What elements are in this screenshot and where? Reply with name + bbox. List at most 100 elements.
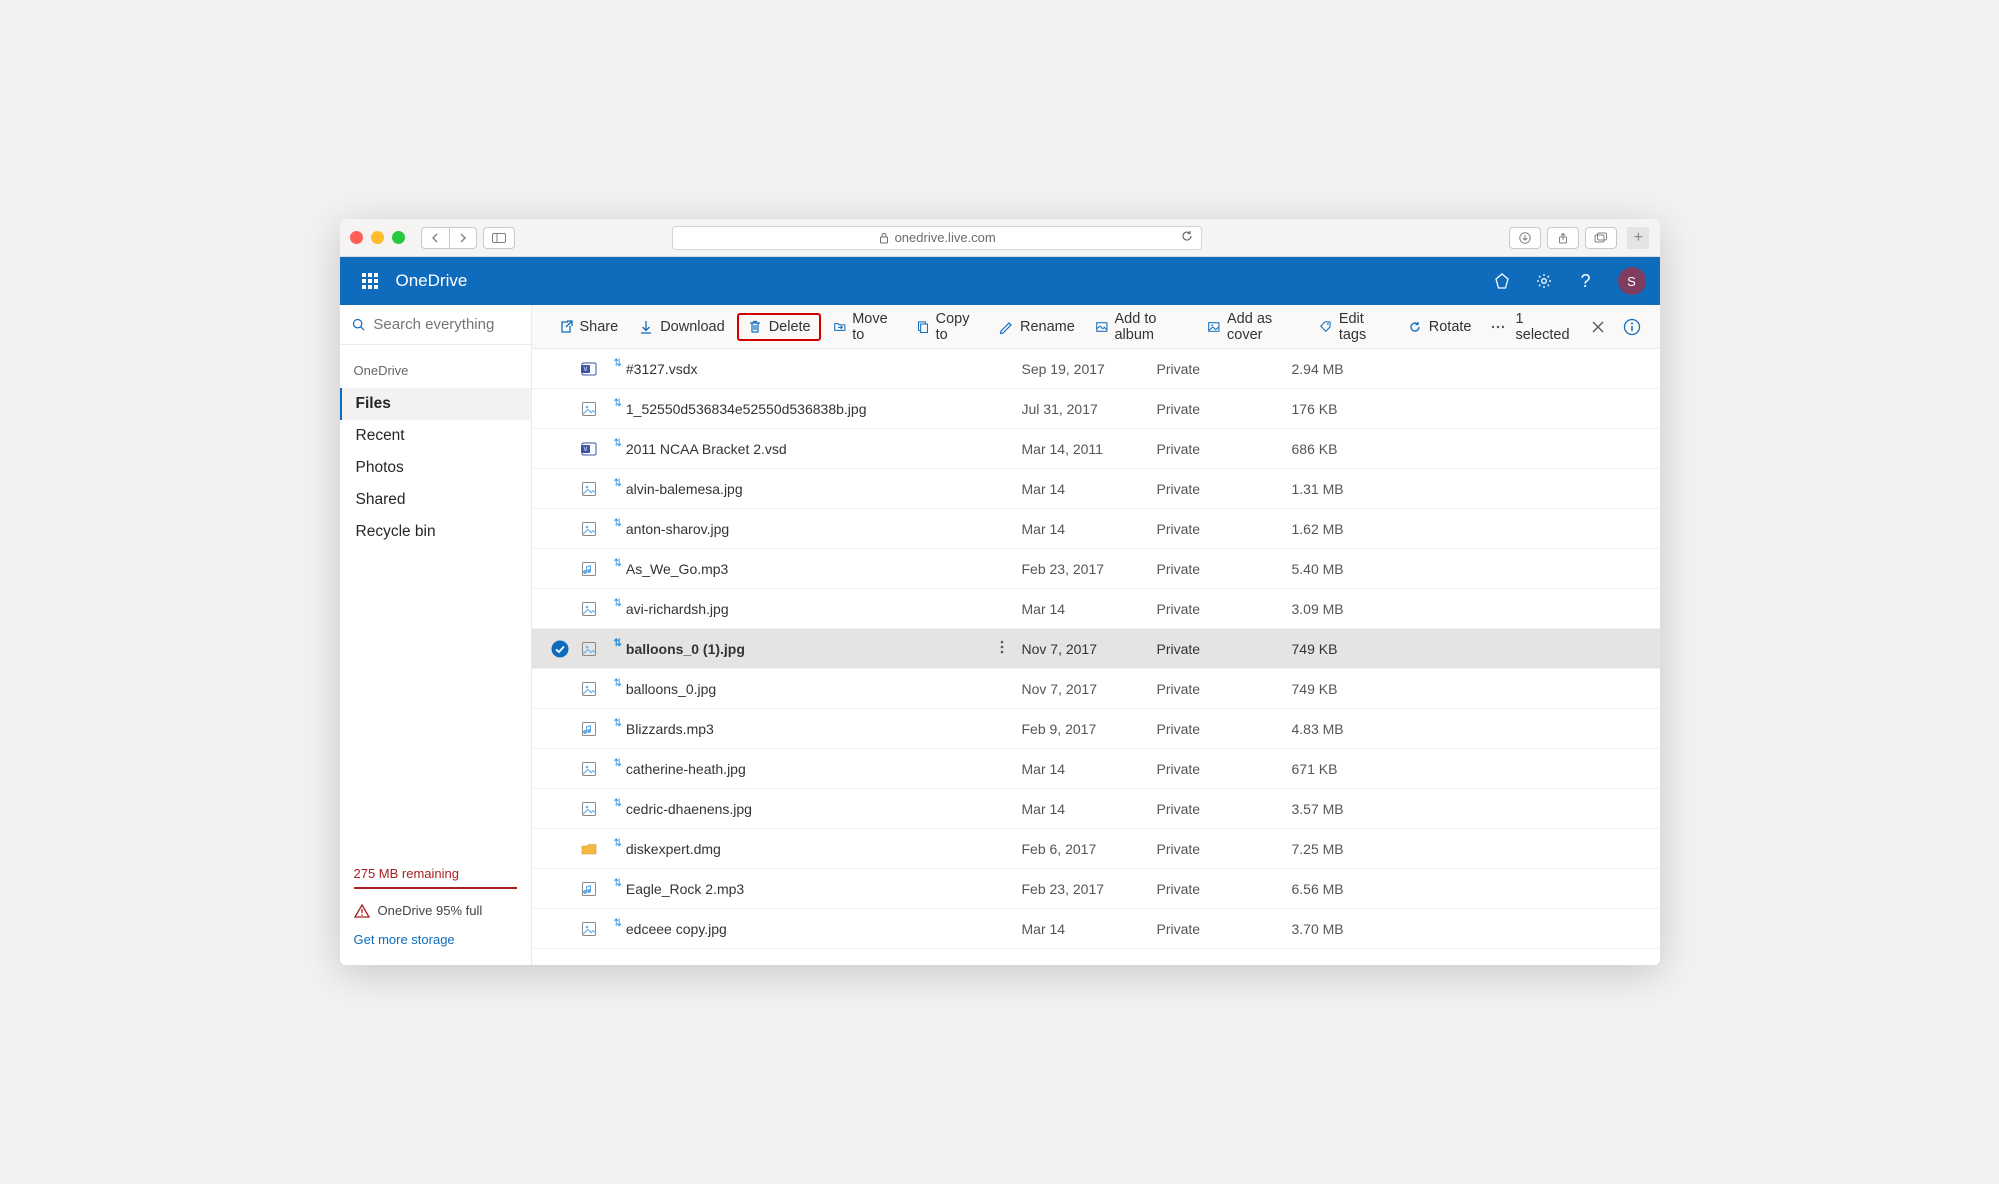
copy-to-button[interactable]: Copy to	[908, 307, 986, 347]
file-row[interactable]: V⇅#3127.vsdxSep 19, 2017Private2.94 MB	[532, 349, 1660, 389]
delete-button[interactable]: Delete	[737, 313, 821, 341]
file-row[interactable]: ⇅anton-sharov.jpgMar 14Private1.62 MB	[532, 509, 1660, 549]
premium-icon[interactable]	[1492, 271, 1512, 291]
file-size: 2.94 MB	[1292, 361, 1412, 377]
move-to-button[interactable]: Move to	[825, 307, 904, 347]
file-row[interactable]: ⇅1_52550d536834e52550d536838b.jpgJul 31,…	[532, 389, 1660, 429]
file-name: cedric-dhaenens.jpg	[626, 801, 752, 817]
file-row[interactable]: V⇅2011 NCAA Bracket 2.vsdMar 14, 2011Pri…	[532, 429, 1660, 469]
file-name-cell[interactable]: ⇅catherine-heath.jpg	[614, 761, 994, 777]
file-name-cell[interactable]: ⇅ cedric-dhaenens.jpg	[614, 801, 994, 817]
add-to-album-button[interactable]: Add to album	[1087, 307, 1196, 347]
share-button[interactable]: Share	[550, 315, 627, 339]
file-name-cell[interactable]: ⇅anton-sharov.jpg	[614, 521, 994, 537]
minimize-window-button[interactable]	[371, 231, 384, 244]
file-row[interactable]: ⇅catherine-heath.jpgMar 14Private671 KB	[532, 749, 1660, 789]
file-name-cell[interactable]: ⇅#3127.vsdx	[614, 361, 994, 377]
sync-indicator-icon: ⇅	[614, 398, 622, 409]
sidebar-section-label: OneDrive	[340, 345, 531, 388]
file-row[interactable]: ⇅Eagle_Rock 2.mp3Feb 23, 2017Private6.56…	[532, 869, 1660, 909]
quota-panel: 275 MB remaining OneDrive 95% full Get m…	[340, 856, 531, 965]
new-tab-button[interactable]: +	[1627, 227, 1649, 249]
file-name-cell[interactable]: ⇅Eagle_Rock 2.mp3	[614, 881, 994, 897]
file-row[interactable]: ⇅As_We_Go.mp3Feb 23, 2017Private5.40 MB	[532, 549, 1660, 589]
share-page-button[interactable]	[1547, 227, 1579, 249]
file-row[interactable]: ⇅Blizzards.mp3Feb 9, 2017Private4.83 MB	[532, 709, 1660, 749]
file-name-cell[interactable]: ⇅2011 NCAA Bracket 2.vsd	[614, 441, 994, 457]
back-button[interactable]	[421, 227, 449, 249]
search-input[interactable]	[373, 316, 518, 333]
add-as-cover-button[interactable]: Add as cover	[1199, 307, 1307, 347]
rotate-button[interactable]: Rotate	[1399, 315, 1480, 339]
close-window-button[interactable]	[350, 231, 363, 244]
main-pane: Share Download Delete Move to Copy to	[532, 305, 1660, 965]
file-sharing: Private	[1157, 721, 1292, 737]
get-more-storage-link[interactable]: Get more storage	[354, 932, 517, 947]
download-button[interactable]: Download	[630, 315, 733, 339]
edit-tags-button[interactable]: Edit tags	[1311, 307, 1395, 347]
svg-text:V: V	[583, 367, 587, 373]
file-name-cell[interactable]: ⇅diskexpert.dmg	[614, 841, 994, 857]
tabs-button[interactable]	[1585, 227, 1617, 249]
address-bar[interactable]: onedrive.live.com	[672, 226, 1202, 250]
sidebar-item-photos[interactable]: Photos	[340, 452, 531, 484]
browser-window: onedrive.live.com + OneDrive	[340, 219, 1660, 965]
forward-button[interactable]	[449, 227, 477, 249]
file-size: 5.40 MB	[1292, 561, 1412, 577]
file-sharing: Private	[1157, 441, 1292, 457]
quota-bar	[354, 887, 517, 889]
sidebar-item-recent[interactable]: Recent	[340, 420, 531, 452]
file-row[interactable]: ⇅cedric-dhaenens.jpgMar 14Private3.57 MB	[532, 789, 1660, 829]
app-launcher-button[interactable]	[354, 265, 386, 297]
file-name-cell[interactable]: ⇅Blizzards.mp3	[614, 721, 994, 737]
audio-file-icon	[580, 560, 598, 578]
file-row[interactable]: ⇅balloons_0.jpgNov 7, 2017Private749 KB	[532, 669, 1660, 709]
copy-to-label: Copy to	[936, 311, 978, 343]
downloads-button[interactable]	[1509, 227, 1541, 249]
sync-indicator-icon: ⇅	[614, 438, 622, 449]
file-row[interactable]: ⇅balloons_0 (1).jpgNov 7, 2017Private749…	[532, 629, 1660, 669]
sync-indicator-icon: ⇅	[614, 358, 622, 369]
file-modified: Mar 14	[1022, 601, 1157, 617]
more-actions-button[interactable]	[1484, 315, 1512, 339]
avatar[interactable]: S	[1618, 267, 1646, 295]
rotate-label: Rotate	[1429, 319, 1472, 335]
help-icon[interactable]: ?	[1576, 271, 1596, 291]
file-name-cell[interactable]: ⇅edceee copy.jpg	[614, 921, 994, 937]
titlebar: onedrive.live.com +	[340, 219, 1660, 257]
add-as-cover-label: Add as cover	[1227, 311, 1299, 343]
maximize-window-button[interactable]	[392, 231, 405, 244]
brand-bar-right: ? S	[1492, 267, 1646, 295]
file-name-cell[interactable]: ⇅avi-richardsh.jpg	[614, 601, 994, 617]
row-more-button[interactable]	[994, 639, 1022, 658]
file-name-cell[interactable]: ⇅1_52550d536834e52550d536838b.jpg	[614, 401, 994, 417]
lock-icon	[879, 232, 889, 244]
file-name-cell[interactable]: ⇅balloons_0 (1).jpg	[614, 641, 994, 657]
file-name-cell[interactable]: ⇅balloons_0.jpg	[614, 681, 994, 697]
file-row[interactable]: ⇅alvin-balemesa.jpgMar 14Private1.31 MB	[532, 469, 1660, 509]
file-row[interactable]: ⇅avi-richardsh.jpgMar 14Private3.09 MB	[532, 589, 1660, 629]
rename-button[interactable]: Rename	[990, 315, 1083, 339]
row-select-checkbox[interactable]	[540, 640, 580, 658]
file-size: 176 KB	[1292, 401, 1412, 417]
file-modified: Feb 9, 2017	[1022, 721, 1157, 737]
info-pane-button[interactable]	[1622, 316, 1642, 338]
file-size: 686 KB	[1292, 441, 1412, 457]
file-name-cell[interactable]: ⇅alvin-balemesa.jpg	[614, 481, 994, 497]
sidebar-item-files[interactable]: Files	[340, 388, 531, 420]
reload-icon[interactable]	[1181, 230, 1193, 245]
file-row[interactable]: ⇅diskexpert.dmgFeb 6, 2017Private7.25 MB	[532, 829, 1660, 869]
sidebar-item-shared[interactable]: Shared	[340, 484, 531, 516]
sync-indicator-icon: ⇅	[614, 798, 622, 809]
audio-file-icon	[580, 720, 598, 738]
file-row[interactable]: ⇅edceee copy.jpgMar 14Private3.70 MB	[532, 909, 1660, 949]
sidebar-item-recycle-bin[interactable]: Recycle bin	[340, 516, 531, 548]
image-file-icon	[580, 760, 598, 778]
sidebar-toggle-button[interactable]	[483, 227, 515, 249]
file-name-cell[interactable]: ⇅As_We_Go.mp3	[614, 561, 994, 577]
file-size: 749 KB	[1292, 681, 1412, 697]
waffle-icon	[362, 273, 378, 289]
settings-icon[interactable]	[1534, 271, 1554, 291]
image-file-icon	[580, 480, 598, 498]
clear-selection-button[interactable]	[1588, 316, 1608, 338]
